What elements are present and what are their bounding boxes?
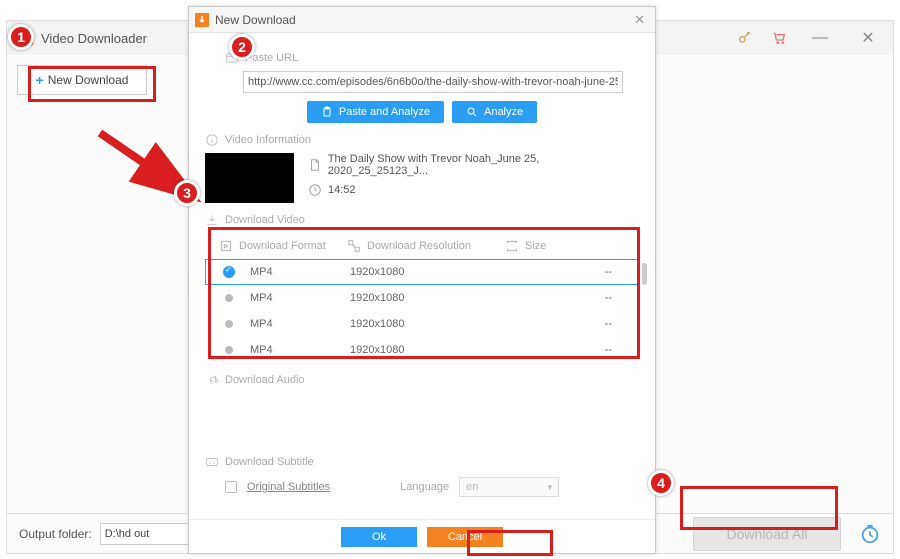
video-title-row: The Daily Show with Trevor Noah_June 25,… xyxy=(308,153,639,177)
original-subtitles-label: Original Subtitles xyxy=(247,481,330,493)
format-icon xyxy=(219,239,233,253)
row-format: MP4 xyxy=(250,344,350,356)
cancel-button[interactable]: Cancel xyxy=(427,527,503,547)
row-format: MP4 xyxy=(250,266,350,278)
paste-analyze-label: Paste and Analyze xyxy=(339,106,430,118)
dialog-footer: Ok Cancel xyxy=(189,519,655,553)
url-input[interactable] xyxy=(243,71,623,93)
download-audio-list xyxy=(205,393,639,433)
download-icon xyxy=(205,213,219,227)
analyze-label: Analyze xyxy=(484,106,523,118)
video-title: The Daily Show with Trevor Noah_June 25,… xyxy=(328,153,639,177)
dialog-icon xyxy=(195,13,209,27)
new-download-dialog: New Download ✕ Paste URL Paste and Analy… xyxy=(188,6,656,554)
row-size: -- xyxy=(500,266,624,278)
file-icon xyxy=(308,158,322,172)
row-size: -- xyxy=(500,318,624,330)
subtitle-icon xyxy=(205,455,219,469)
new-download-button[interactable]: + New Download xyxy=(17,65,147,95)
cart-icon[interactable] xyxy=(771,30,787,46)
col-resolution-label: Download Resolution xyxy=(367,240,471,252)
language-label: Language xyxy=(400,481,449,493)
info-icon xyxy=(205,133,219,147)
row-radio[interactable] xyxy=(220,320,238,328)
video-info-section-header: Video Information xyxy=(205,133,639,147)
download-all-button[interactable]: Download All xyxy=(693,517,841,551)
annotation-callout-3: 3 xyxy=(174,180,200,206)
app-title: Video Downloader xyxy=(41,31,147,46)
schedule-icon[interactable] xyxy=(859,523,881,545)
video-duration-row: 14:52 xyxy=(308,183,639,197)
annotation-callout-1: 1 xyxy=(8,24,34,50)
ok-button[interactable]: Ok xyxy=(341,527,417,547)
analyze-button[interactable]: Analyze xyxy=(452,101,537,123)
row-resolution: 1920x1080 xyxy=(350,344,500,356)
size-icon xyxy=(505,239,519,253)
table-row[interactable]: MP41920x1080-- xyxy=(205,311,639,337)
sidebar: + New Download xyxy=(7,55,177,513)
close-button[interactable]: ✕ xyxy=(853,23,883,53)
dialog-close-button[interactable]: ✕ xyxy=(630,12,649,28)
video-info-label: Video Information xyxy=(225,134,311,146)
row-format: MP4 xyxy=(250,292,350,304)
language-value: en xyxy=(466,481,478,493)
new-download-label: New Download xyxy=(48,73,129,87)
chevron-down-icon: ▾ xyxy=(548,482,553,493)
row-format: MP4 xyxy=(250,318,350,330)
search-icon xyxy=(466,106,478,118)
table-row[interactable]: MP41920x1080-- xyxy=(205,259,639,285)
row-radio[interactable] xyxy=(220,266,238,278)
col-size-label: Size xyxy=(525,240,546,252)
paste-url-section-header: Paste URL xyxy=(225,51,639,65)
table-row[interactable]: MP41920x1080-- xyxy=(205,337,639,363)
download-video-section-header: Download Video xyxy=(205,213,639,227)
download-video-label: Download Video xyxy=(225,214,305,226)
annotation-callout-2: 2 xyxy=(229,34,255,60)
video-duration: 14:52 xyxy=(328,184,356,196)
clock-icon xyxy=(308,183,322,197)
audio-icon xyxy=(205,373,219,387)
minimize-button[interactable]: — xyxy=(805,23,835,53)
plus-icon: + xyxy=(36,72,44,88)
download-audio-section-header: Download Audio xyxy=(205,373,639,387)
download-subtitle-section-header: Download Subtitle xyxy=(205,455,639,469)
row-resolution: 1920x1080 xyxy=(350,318,500,330)
output-folder-label: Output folder: xyxy=(19,527,92,541)
resolution-icon xyxy=(347,239,361,253)
language-select[interactable]: en ▾ xyxy=(459,477,559,497)
dialog-body: Paste URL Paste and Analyze Analyze Vide… xyxy=(189,33,655,519)
key-icon[interactable] xyxy=(737,30,753,46)
row-size: -- xyxy=(500,344,624,356)
col-format-label: Download Format xyxy=(239,240,326,252)
download-video-table: Download Format Download Resolution Size… xyxy=(205,233,639,363)
row-radio[interactable] xyxy=(220,294,238,302)
table-header: Download Format Download Resolution Size xyxy=(205,233,639,259)
row-resolution: 1920x1080 xyxy=(350,266,500,278)
row-size: -- xyxy=(500,292,624,304)
clipboard-icon xyxy=(321,106,333,118)
video-thumbnail xyxy=(205,153,294,203)
original-subtitles-checkbox[interactable] xyxy=(225,481,237,493)
download-subtitle-label: Download Subtitle xyxy=(225,456,314,468)
annotation-callout-4: 4 xyxy=(648,470,674,496)
video-info-row: The Daily Show with Trevor Noah_June 25,… xyxy=(205,153,639,203)
dialog-title: New Download xyxy=(215,13,296,27)
table-row[interactable]: MP41920x1080-- xyxy=(205,285,639,311)
download-audio-label: Download Audio xyxy=(225,374,305,386)
row-radio[interactable] xyxy=(220,346,238,354)
paste-analyze-button[interactable]: Paste and Analyze xyxy=(307,101,444,123)
row-resolution: 1920x1080 xyxy=(350,292,500,304)
subtitle-row: Original Subtitles Language en ▾ xyxy=(225,477,639,497)
dialog-titlebar: New Download ✕ xyxy=(189,7,655,33)
scrollbar-thumb[interactable] xyxy=(642,263,647,285)
